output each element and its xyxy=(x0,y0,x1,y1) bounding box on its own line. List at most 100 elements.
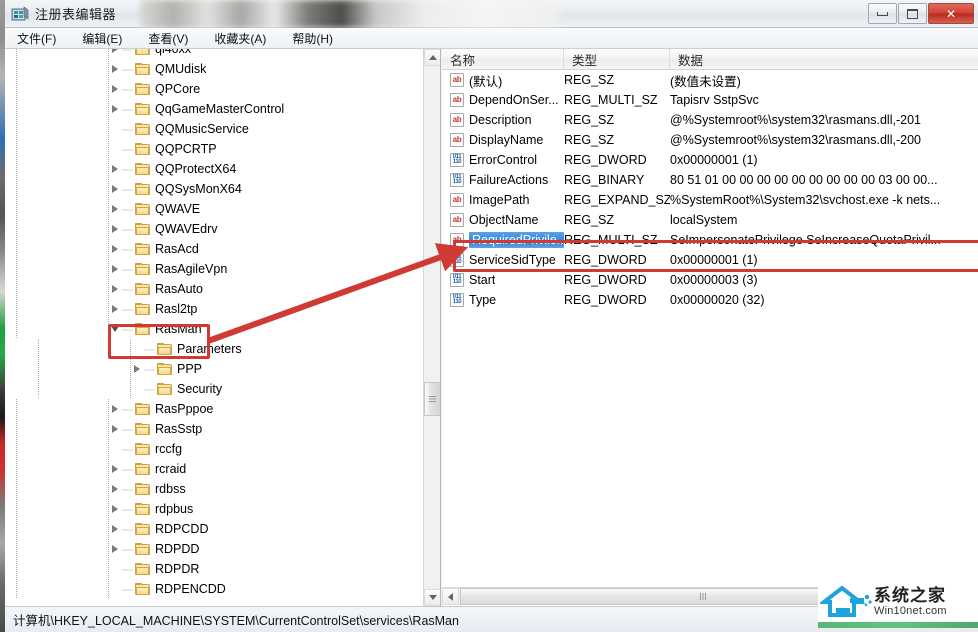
tree-item[interactable]: rdpbus xyxy=(5,499,424,519)
tree-item[interactable]: RasSstp xyxy=(5,419,424,439)
expand-triangle-icon[interactable] xyxy=(109,164,120,175)
value-name: ImagePath xyxy=(469,193,530,207)
tree-item[interactable]: RasPppoe xyxy=(5,399,424,419)
table-row[interactable]: 011 110 FailureActions REG_BINARY 80 51 01 0… xyxy=(442,170,978,190)
expand-triangle-icon[interactable] xyxy=(109,244,120,255)
expand-triangle-icon[interactable] xyxy=(109,524,120,535)
tree-item[interactable]: QQMusicService xyxy=(5,119,424,139)
tree-item[interactable]: QqGameMasterControl xyxy=(5,99,424,119)
tree-item[interactable]: Rasl2tp xyxy=(5,299,424,319)
table-row[interactable]: ab RequiredPrivile... REG_MULTI_SZ SeImpers… xyxy=(442,230,978,250)
tree-scroll-thumb[interactable] xyxy=(424,382,440,416)
menu-edit[interactable]: 编辑(E) xyxy=(80,29,124,48)
column-header-type[interactable]: 类型 xyxy=(564,49,670,70)
tree-item-label: Security xyxy=(177,382,223,396)
expand-triangle-icon[interactable] xyxy=(131,364,142,375)
table-row[interactable]: ab (默认) REG_SZ (数值未设置) xyxy=(442,70,978,90)
tree-item[interactable]: QQProtectX64 xyxy=(5,159,424,179)
close-button[interactable]: ✕ xyxy=(928,3,974,24)
expand-triangle-icon[interactable] xyxy=(109,304,120,315)
tree-guide-line xyxy=(108,299,109,319)
tree-item[interactable]: Security xyxy=(5,379,424,399)
tree-vertical-scrollbar[interactable] xyxy=(423,49,440,606)
tree-item[interactable]: QMUdisk xyxy=(5,59,424,79)
tree-item[interactable]: QQSysMonX64 xyxy=(5,179,424,199)
tree-item[interactable]: RasAgileVpn xyxy=(5,259,424,279)
tree-scroll-down-button[interactable] xyxy=(424,589,440,606)
tree-item[interactable]: RasMan xyxy=(5,319,424,339)
column-header-data[interactable]: 数据 xyxy=(670,49,978,70)
collapse-triangle-icon[interactable] xyxy=(109,324,120,335)
expand-triangle-icon[interactable] xyxy=(109,504,120,515)
value-data: 0x00000001 (1) xyxy=(670,253,758,267)
expand-triangle-icon[interactable] xyxy=(109,404,120,415)
tree-item[interactable]: RasAuto xyxy=(5,279,424,299)
expand-triangle-icon[interactable] xyxy=(109,84,120,95)
tree-item[interactable]: RDPDR xyxy=(5,559,424,579)
tree-connector xyxy=(122,263,133,275)
column-header-name[interactable]: 名称 xyxy=(442,49,564,70)
table-row[interactable]: ab ObjectName REG_SZ localSystem xyxy=(442,210,978,230)
expand-triangle-icon[interactable] xyxy=(109,64,120,75)
table-row[interactable]: ab ImagePath REG_EXPAND_SZ %SystemRoot%\Sys… xyxy=(442,190,978,210)
expand-triangle-icon[interactable] xyxy=(109,224,120,235)
hscroll-left-button[interactable] xyxy=(442,588,459,605)
tree-guide-line xyxy=(16,459,17,479)
tree-item[interactable]: rdbss xyxy=(5,479,424,499)
expand-triangle-icon[interactable] xyxy=(109,284,120,295)
expand-triangle-icon[interactable] xyxy=(109,484,120,495)
tree-connector xyxy=(122,503,133,515)
expand-triangle-icon[interactable] xyxy=(109,184,120,195)
tree-guide-line xyxy=(108,559,109,579)
menu-file[interactable]: 文件(F) xyxy=(15,29,58,48)
tree-item[interactable]: QWAVEdrv xyxy=(5,219,424,239)
table-row[interactable]: 011 110 Start REG_DWORD 0x00000003 (3) xyxy=(442,270,978,290)
tree-item[interactable]: RDPENCDD xyxy=(5,579,424,599)
tree-guide-line xyxy=(108,259,109,279)
expand-triangle-icon[interactable] xyxy=(109,264,120,275)
tree-item[interactable]: rccfg xyxy=(5,439,424,459)
value-name: ObjectName xyxy=(469,213,539,227)
minimize-button[interactable] xyxy=(868,3,897,24)
tree-connector xyxy=(122,543,133,555)
tree-guide-line xyxy=(16,519,17,539)
tree-item[interactable]: QPCore xyxy=(5,79,424,99)
tree-item-label: RDPDR xyxy=(155,562,200,576)
expand-triangle-icon[interactable] xyxy=(109,424,120,435)
menu-view[interactable]: 查看(V) xyxy=(146,29,190,48)
screen-edge-artifact xyxy=(0,0,5,632)
expand-triangle-icon[interactable] xyxy=(109,204,120,215)
tree-item[interactable]: QQPCRTP xyxy=(5,139,424,159)
tree-item[interactable]: RasAcd xyxy=(5,239,424,259)
tree-item[interactable]: RDPCDD xyxy=(5,519,424,539)
expand-triangle-icon[interactable] xyxy=(109,544,120,555)
table-row[interactable]: 011 110 Type REG_DWORD 0x00000020 (32) xyxy=(442,290,978,310)
expand-triangle-icon[interactable] xyxy=(109,464,120,475)
tree-item-label: QQPCRTP xyxy=(155,142,217,156)
tree-item[interactable]: QWAVE xyxy=(5,199,424,219)
menu-favorites[interactable]: 收藏夹(A) xyxy=(212,29,268,48)
maximize-button[interactable] xyxy=(898,3,927,24)
tree-guide-line xyxy=(108,479,109,499)
tree-item[interactable]: rcraid xyxy=(5,459,424,479)
menu-help[interactable]: 帮助(H) xyxy=(290,29,335,48)
tree-item[interactable]: PPP xyxy=(5,359,424,379)
table-row[interactable]: ab DisplayName REG_SZ @%Systemroot%\system3… xyxy=(442,130,978,150)
tree-item-label: QQSysMonX64 xyxy=(155,182,242,196)
tree-scroll-up-button[interactable] xyxy=(424,49,440,66)
tree-item[interactable]: ql40xx xyxy=(5,49,424,59)
tree-guide-line xyxy=(16,99,17,119)
watermark-title: 系统之家 xyxy=(874,586,946,605)
table-row[interactable]: ab Description REG_SZ @%Systemroot%\system3… xyxy=(442,110,978,130)
tree-indent xyxy=(5,579,109,599)
expand-triangle-icon[interactable] xyxy=(109,49,120,55)
tree-indent xyxy=(5,199,109,219)
tree-item[interactable]: Parameters xyxy=(5,339,424,359)
table-row[interactable]: 011 110 ServiceSidType REG_DWORD 0x00000001 … xyxy=(442,250,978,270)
tree-indent xyxy=(5,259,109,279)
table-row[interactable]: 011 110 ErrorControl REG_DWORD 0x00000001 (1… xyxy=(442,150,978,170)
folder-icon xyxy=(135,442,150,456)
table-row[interactable]: ab DependOnSer... REG_MULTI_SZ Tapisrv Sstp… xyxy=(442,90,978,110)
tree-item[interactable]: RDPDD xyxy=(5,539,424,559)
expand-triangle-icon[interactable] xyxy=(109,104,120,115)
